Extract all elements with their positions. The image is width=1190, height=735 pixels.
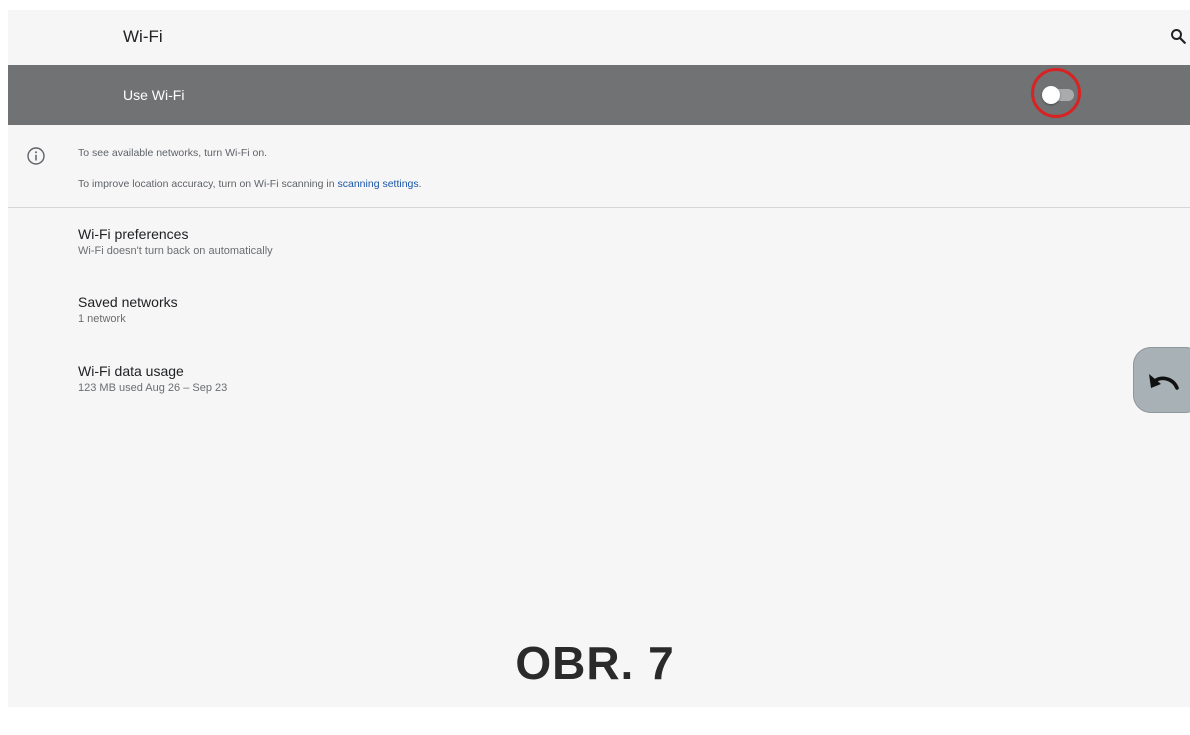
page-title: Wi-Fi	[123, 27, 163, 46]
saved-networks-title: Saved networks	[78, 294, 178, 310]
use-wifi-label: Use Wi-Fi	[123, 87, 185, 103]
info-text-scanning: To improve location accuracy, turn on Wi…	[78, 178, 422, 190]
wifi-data-usage-title: Wi-Fi data usage	[78, 363, 184, 379]
figure-caption: OBR. 7	[515, 637, 675, 689]
use-wifi-toggle[interactable]	[1042, 86, 1078, 104]
settings-screen: Wi-Fi Use Wi-Fi To see available network…	[8, 10, 1190, 707]
wifi-preferences-item[interactable]: Wi-Fi preferences Wi-Fi doesn't turn bac…	[78, 226, 273, 257]
info-text-wifi-off: To see available networks, turn Wi-Fi on…	[78, 147, 268, 159]
floating-back-button[interactable]	[1133, 347, 1190, 413]
scanning-settings-link[interactable]: scanning settings	[338, 178, 419, 190]
search-icon	[1171, 29, 1186, 44]
search-button[interactable]	[1166, 24, 1190, 48]
info-icon	[27, 147, 45, 165]
saved-networks-subtitle: 1 network	[78, 313, 126, 325]
divider	[8, 207, 1190, 208]
undo-icon	[1149, 374, 1179, 390]
info-text-scanning-prefix: To improve location accuracy, turn on Wi…	[78, 178, 338, 190]
wifi-data-usage-subtitle: 123 MB used Aug 26 – Sep 23	[78, 382, 228, 394]
wifi-preferences-subtitle: Wi-Fi doesn't turn back on automatically	[78, 245, 273, 257]
app-bar: Wi-Fi	[8, 10, 1190, 65]
wifi-off-info: To see available networks, turn Wi-Fi on…	[8, 125, 1190, 207]
use-wifi-row[interactable]: Use Wi-Fi	[8, 65, 1190, 125]
wifi-data-usage-item[interactable]: Wi-Fi data usage 123 MB used Aug 26 – Se…	[78, 363, 227, 394]
wifi-preferences-title: Wi-Fi preferences	[78, 226, 189, 242]
saved-networks-item[interactable]: Saved networks 1 network	[78, 294, 178, 325]
info-text-scanning-suffix: .	[418, 178, 422, 190]
toggle-thumb	[1042, 86, 1060, 104]
